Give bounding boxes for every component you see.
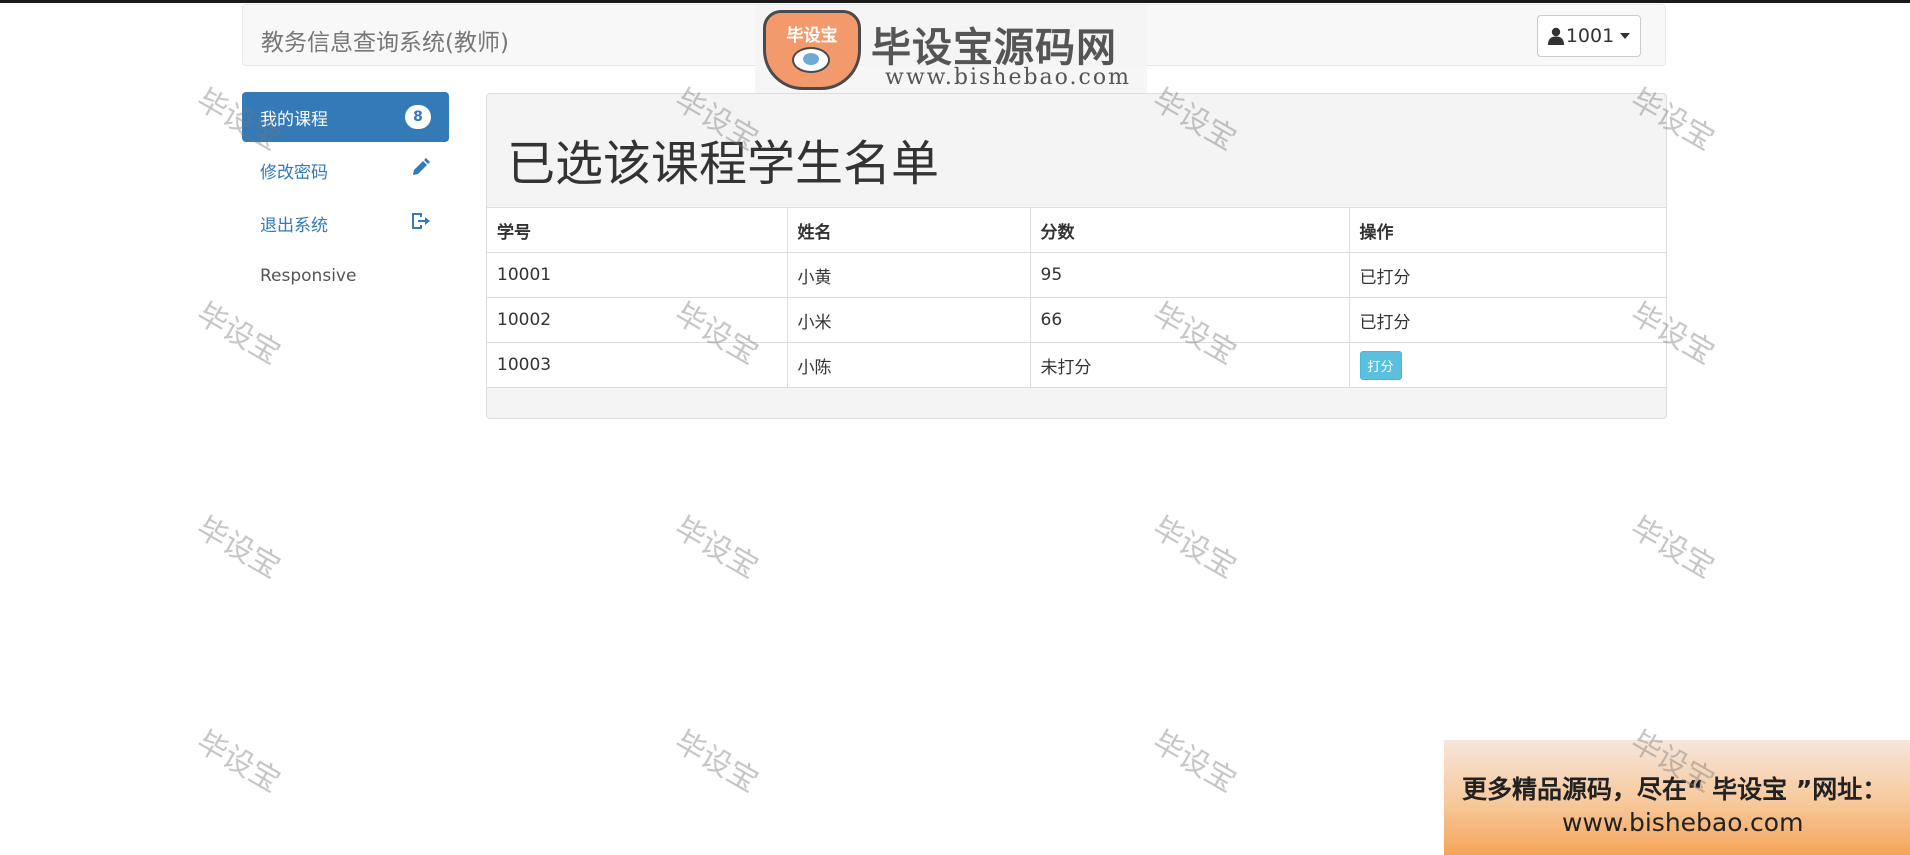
promo-text: 更多精品源码，尽在“ 毕设宝 ”网址： (1462, 775, 1888, 804)
user-menu-label: 1001 (1565, 25, 1615, 47)
score-cell: 95 (1029, 252, 1350, 298)
sidebar-item-change-password[interactable]: 修改密码 (242, 145, 449, 195)
sidebar-item-label: 修改密码 (260, 162, 328, 183)
user-icon (1547, 27, 1564, 45)
watermark: 毕设宝 (668, 724, 764, 800)
action-status-cell: 已打分 (1348, 252, 1666, 298)
site-logo: 毕设宝 毕设宝源码网 www.bishebao.com (755, 5, 1147, 97)
sidebar-item-label: 我的课程 (260, 109, 328, 130)
action-cell: 打分 (1348, 342, 1666, 388)
app-title[interactable]: 教务信息查询系统(教师) (261, 23, 509, 57)
course-count-badge: 8 (405, 105, 431, 129)
student-id-cell: 10001 (487, 252, 788, 298)
student-id-cell: 10003 (487, 342, 788, 388)
student-table: 学号 姓名 分数 操作 10001 小黄 95 已打分 10002 小米 66 … (487, 207, 1666, 388)
action-status-cell: 已打分 (1348, 297, 1666, 343)
window-top-border (0, 0, 1910, 3)
score-cell: 未打分 (1029, 342, 1350, 388)
page-title: 已选该课程学生名单 (507, 136, 940, 192)
table-header-row: 学号 姓名 分数 操作 (487, 207, 1666, 253)
logo-face-icon (792, 47, 830, 73)
watermark: 毕设宝 (1624, 510, 1720, 586)
watermark: 毕设宝 (1146, 510, 1242, 586)
sidebar-item-responsive[interactable]: Responsive (242, 251, 449, 301)
column-header-action: 操作 (1348, 207, 1666, 253)
table-row: 10001 小黄 95 已打分 (487, 252, 1666, 298)
logo-url: www.bishebao.com (885, 65, 1131, 90)
sidebar: 我的课程 8 修改密码 退出系统 Responsive (242, 92, 449, 304)
sidebar-item-label: Responsive (260, 266, 357, 286)
logo-badge: 毕设宝 (763, 10, 861, 90)
sidebar-item-logout[interactable]: 退出系统 (242, 198, 449, 248)
promo-url: www.bishebao.com (1562, 808, 1804, 837)
student-name-cell: 小黄 (786, 252, 1031, 298)
watermark: 毕设宝 (668, 510, 764, 586)
user-menu-button[interactable]: 1001 (1537, 15, 1641, 57)
grade-button[interactable]: 打分 (1359, 350, 1402, 380)
logout-icon (412, 213, 430, 229)
pencil-icon (413, 158, 430, 175)
caret-down-icon (1620, 33, 1631, 39)
watermark: 毕设宝 (1146, 724, 1242, 800)
column-header-student-id: 学号 (487, 207, 788, 253)
student-name-cell: 小陈 (786, 342, 1031, 388)
watermark: 毕设宝 (190, 510, 286, 586)
watermark: 毕设宝 (190, 724, 286, 800)
logo-badge-text: 毕设宝 (786, 26, 838, 46)
score-cell: 66 (1029, 297, 1350, 343)
table-row: 10003 小陈 未打分 打分 (487, 342, 1666, 388)
promo-banner[interactable]: 更多精品源码，尽在“ 毕设宝 ”网址： www.bishebao.com (1444, 740, 1910, 855)
sidebar-item-my-courses[interactable]: 我的课程 8 (242, 92, 449, 142)
student-list-panel: 已选该课程学生名单 学号 姓名 分数 操作 10001 小黄 95 已打分 10… (486, 93, 1667, 419)
table-row: 10002 小米 66 已打分 (487, 297, 1666, 343)
student-id-cell: 10002 (487, 297, 788, 343)
student-name-cell: 小米 (786, 297, 1031, 343)
sidebar-item-label: 退出系统 (260, 215, 328, 236)
column-header-score: 分数 (1029, 207, 1350, 253)
column-header-name: 姓名 (786, 207, 1031, 253)
